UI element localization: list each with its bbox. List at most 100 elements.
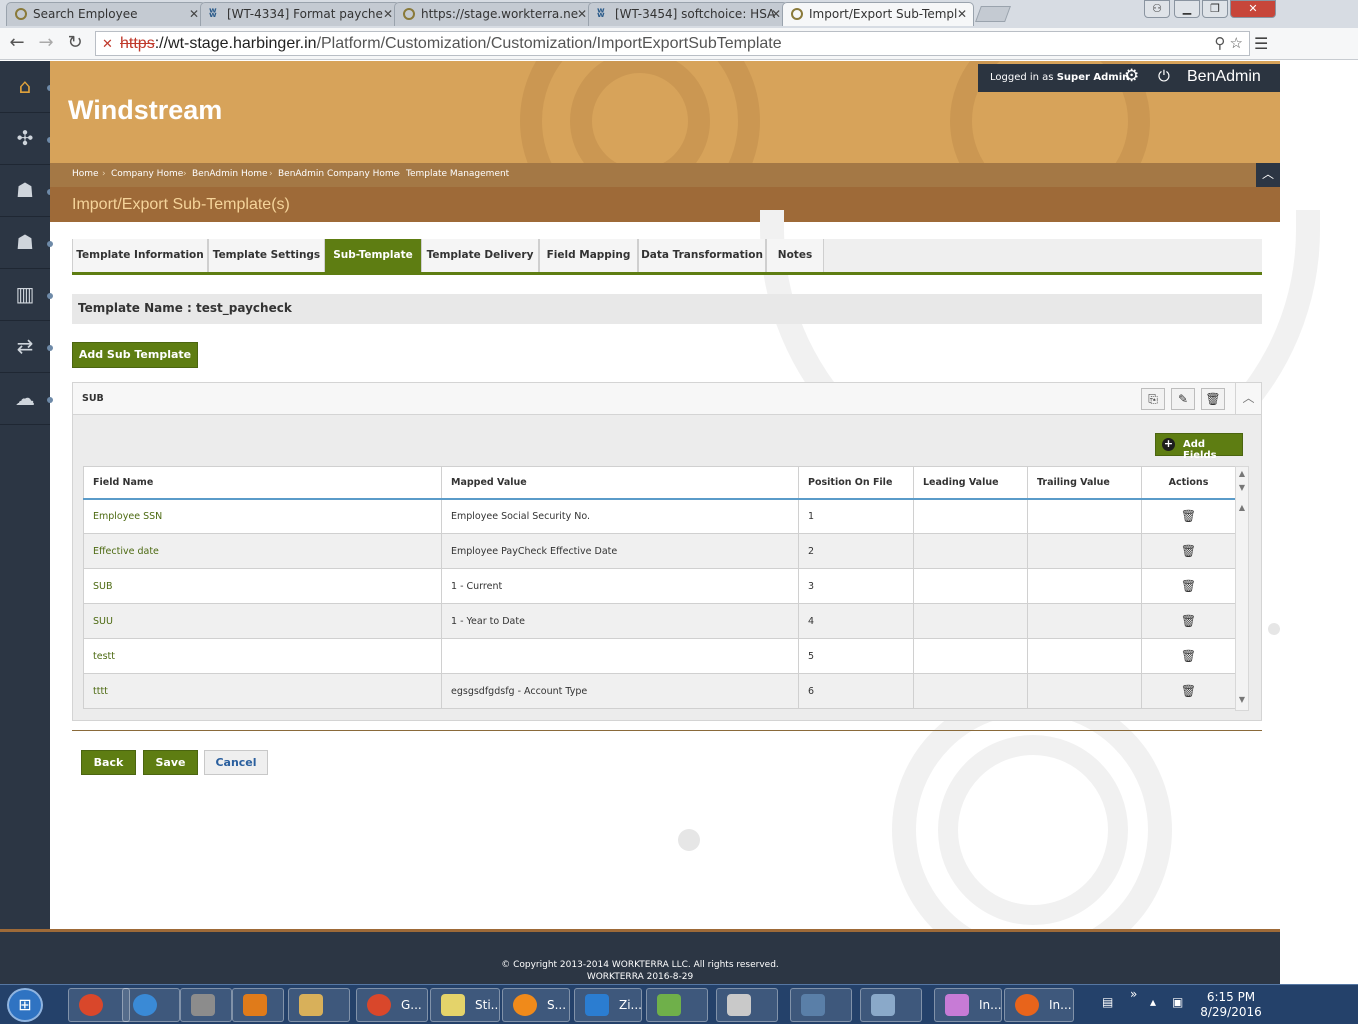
tab-sub-template[interactable]: Sub-Template <box>325 239 421 272</box>
column-header-leading-value[interactable]: Leading Value <box>913 466 1028 500</box>
breadcrumb-benadmin-company-home[interactable]: BenAdmin Company Home <box>278 169 399 179</box>
breadcrumb-company-home[interactable]: Company Home <box>111 169 183 179</box>
taskbar-app-notepad[interactable] <box>860 988 922 1022</box>
scroll-up-icon[interactable]: ▲ <box>1236 469 1248 478</box>
user-icon[interactable]: ⚇ <box>1144 0 1170 18</box>
browser-menu-icon[interactable]: ☰ <box>1254 34 1268 53</box>
gear-icon[interactable]: ⚙ <box>1124 66 1139 86</box>
taskbar-app-firefox[interactable]: In... <box>1004 988 1074 1022</box>
back-button[interactable]: Back <box>81 750 136 775</box>
chat-bubble-icon[interactable]: ☁ <box>0 373 50 425</box>
save-button[interactable]: Save <box>143 750 198 775</box>
scroll-up-icon[interactable]: ▲ <box>1236 503 1248 512</box>
taskbar-app-explorer[interactable] <box>288 988 350 1022</box>
browser-tab-stage[interactable]: https://stage.workterra.ne ✕ <box>394 2 594 26</box>
power-icon[interactable]: ⏻ <box>1158 67 1170 85</box>
trash-icon[interactable]: 🗑 <box>1201 388 1225 410</box>
column-header-mapped-value[interactable]: Mapped Value <box>441 466 799 500</box>
close-window-button[interactable]: ✕ <box>1230 0 1276 18</box>
taskbar-app-zimbra[interactable]: Zi... <box>574 988 642 1022</box>
new-tab-button[interactable] <box>975 6 1011 22</box>
tray-arrow-icon[interactable]: ▴ <box>1150 995 1156 1009</box>
position-cell: 5 <box>798 638 914 674</box>
maximize-button[interactable]: ❐ <box>1202 0 1228 18</box>
field-name-cell[interactable]: Employee SSN <box>83 498 442 534</box>
field-name-cell[interactable]: testt <box>83 638 442 674</box>
field-name-cell[interactable]: SUB <box>83 568 442 604</box>
delete-trash-icon[interactable]: 🗑 <box>1141 498 1236 534</box>
column-header-field-name[interactable]: Field Name <box>83 466 442 500</box>
taskbar-app-spreadsheet[interactable] <box>646 988 708 1022</box>
browser-tabstrip: Search Employee ✕ ʬ [WT-4334] Format pay… <box>0 0 1358 28</box>
add-fields-button[interactable]: + Add Fields <box>1155 433 1243 461</box>
taskbar-app-chrome[interactable] <box>68 988 130 1022</box>
folder-tray-icon[interactable]: ▤ <box>1102 995 1113 1009</box>
edit-pencil-icon[interactable]: ✎ <box>1171 388 1195 410</box>
windows-start-icon[interactable]: ⊞ <box>7 988 43 1022</box>
person-icon[interactable]: ☗ <box>0 217 50 269</box>
zoom-icon[interactable]: ⚲ <box>1214 35 1225 52</box>
breadcrumb-benadmin-home[interactable]: BenAdmin Home <box>192 169 268 179</box>
puzzle-icon[interactable]: ✣ <box>0 113 50 165</box>
reload-icon[interactable]: ↻ <box>64 32 86 53</box>
table-row: Effective date Employee PayCheck Effecti… <box>83 533 1236 569</box>
network-tray-icon[interactable]: ▣ <box>1172 995 1183 1009</box>
forward-arrow-icon[interactable]: → <box>35 32 57 53</box>
close-icon[interactable]: ✕ <box>383 3 393 25</box>
column-header-trailing-value[interactable]: Trailing Value <box>1027 466 1142 500</box>
tab-data-transformation[interactable]: Data Transformation <box>638 239 766 272</box>
taskbar-app-paint[interactable]: In... <box>934 988 1002 1022</box>
browser-tab-wt-4334[interactable]: ʬ [WT-4334] Format payche ✕ <box>200 2 400 26</box>
taskbar-app-files[interactable] <box>180 988 232 1022</box>
delete-trash-icon[interactable]: 🗑 <box>1141 673 1236 709</box>
chevron-up-icon[interactable]: ︿ <box>1256 163 1280 187</box>
taskbar-app-s[interactable]: S... <box>502 988 570 1022</box>
minimize-button[interactable]: ▁ <box>1174 0 1200 18</box>
tab-template-settings[interactable]: Template Settings <box>208 239 325 272</box>
address-bar[interactable]: ✕ https://wt-stage.harbinger.in/Platform… <box>95 31 1250 56</box>
cancel-button[interactable]: Cancel <box>204 750 268 775</box>
table-scrollbar[interactable]: ▲ ▼ ▲ ▼ <box>1235 466 1249 711</box>
close-icon[interactable]: ✕ <box>189 3 199 25</box>
scroll-down-icon[interactable]: ▼ <box>1236 695 1248 704</box>
bar-chart-icon[interactable]: ▥ <box>0 269 50 321</box>
close-icon[interactable]: ✕ <box>771 3 781 25</box>
scroll-down-icon[interactable]: ▼ <box>1236 483 1248 492</box>
chevron-up-icon[interactable]: ︿ <box>1235 383 1261 415</box>
tab-field-mapping[interactable]: Field Mapping <box>539 239 638 272</box>
breadcrumb-template-management[interactable]: Template Management <box>406 169 509 179</box>
close-icon[interactable]: ✕ <box>577 3 587 25</box>
column-header-position[interactable]: Position On File <box>798 466 914 500</box>
field-name-cell[interactable]: tttt <box>83 673 442 709</box>
taskbar-app-ie[interactable] <box>122 988 180 1022</box>
transfer-arrows-icon[interactable]: ⇄ <box>0 321 50 373</box>
field-name-cell[interactable]: Effective date <box>83 533 442 569</box>
taskbar-app-chrome-window[interactable]: G... <box>356 988 428 1022</box>
delete-trash-icon[interactable]: 🗑 <box>1141 533 1236 569</box>
table-row: SUU 1 - Year to Date 4 🗑 <box>83 603 1236 639</box>
taskbar-app-sticky-notes[interactable]: Sti... <box>430 988 500 1022</box>
copy-icon[interactable]: ⎘ <box>1141 388 1165 410</box>
browser-tab-import-export[interactable]: Import/Export Sub-Templ ✕ <box>782 2 974 26</box>
tab-template-delivery[interactable]: Template Delivery <box>421 239 539 272</box>
tab-notes[interactable]: Notes <box>766 239 824 272</box>
taskbar-app-calculator[interactable] <box>716 988 778 1022</box>
breadcrumb-home[interactable]: Home <box>72 169 99 179</box>
tab-template-information[interactable]: Template Information <box>72 239 208 272</box>
browser-tab-wt-3454[interactable]: ʬ [WT-3454] softchoice: HSA ✕ <box>588 2 788 26</box>
taskbar-app-media[interactable] <box>232 988 284 1022</box>
add-sub-template-button[interactable]: Add Sub Template <box>72 342 198 368</box>
tray-overflow-icon[interactable]: » <box>1130 987 1137 1001</box>
field-name-cell[interactable]: SUU <box>83 603 442 639</box>
user-settings-icon[interactable]: ☗ <box>0 165 50 217</box>
system-clock[interactable]: 6:15 PM 8/29/2016 <box>1196 990 1266 1020</box>
bookmark-star-icon[interactable]: ☆ <box>1230 35 1243 52</box>
home-icon[interactable]: ⌂ <box>0 61 50 113</box>
browser-tab-search-employee[interactable]: Search Employee ✕ <box>6 2 206 26</box>
delete-trash-icon[interactable]: 🗑 <box>1141 568 1236 604</box>
delete-trash-icon[interactable]: 🗑 <box>1141 638 1236 674</box>
close-icon[interactable]: ✕ <box>957 3 967 25</box>
delete-trash-icon[interactable]: 🗑 <box>1141 603 1236 639</box>
taskbar-app-network[interactable] <box>790 988 852 1022</box>
back-arrow-icon[interactable]: ← <box>6 32 28 53</box>
